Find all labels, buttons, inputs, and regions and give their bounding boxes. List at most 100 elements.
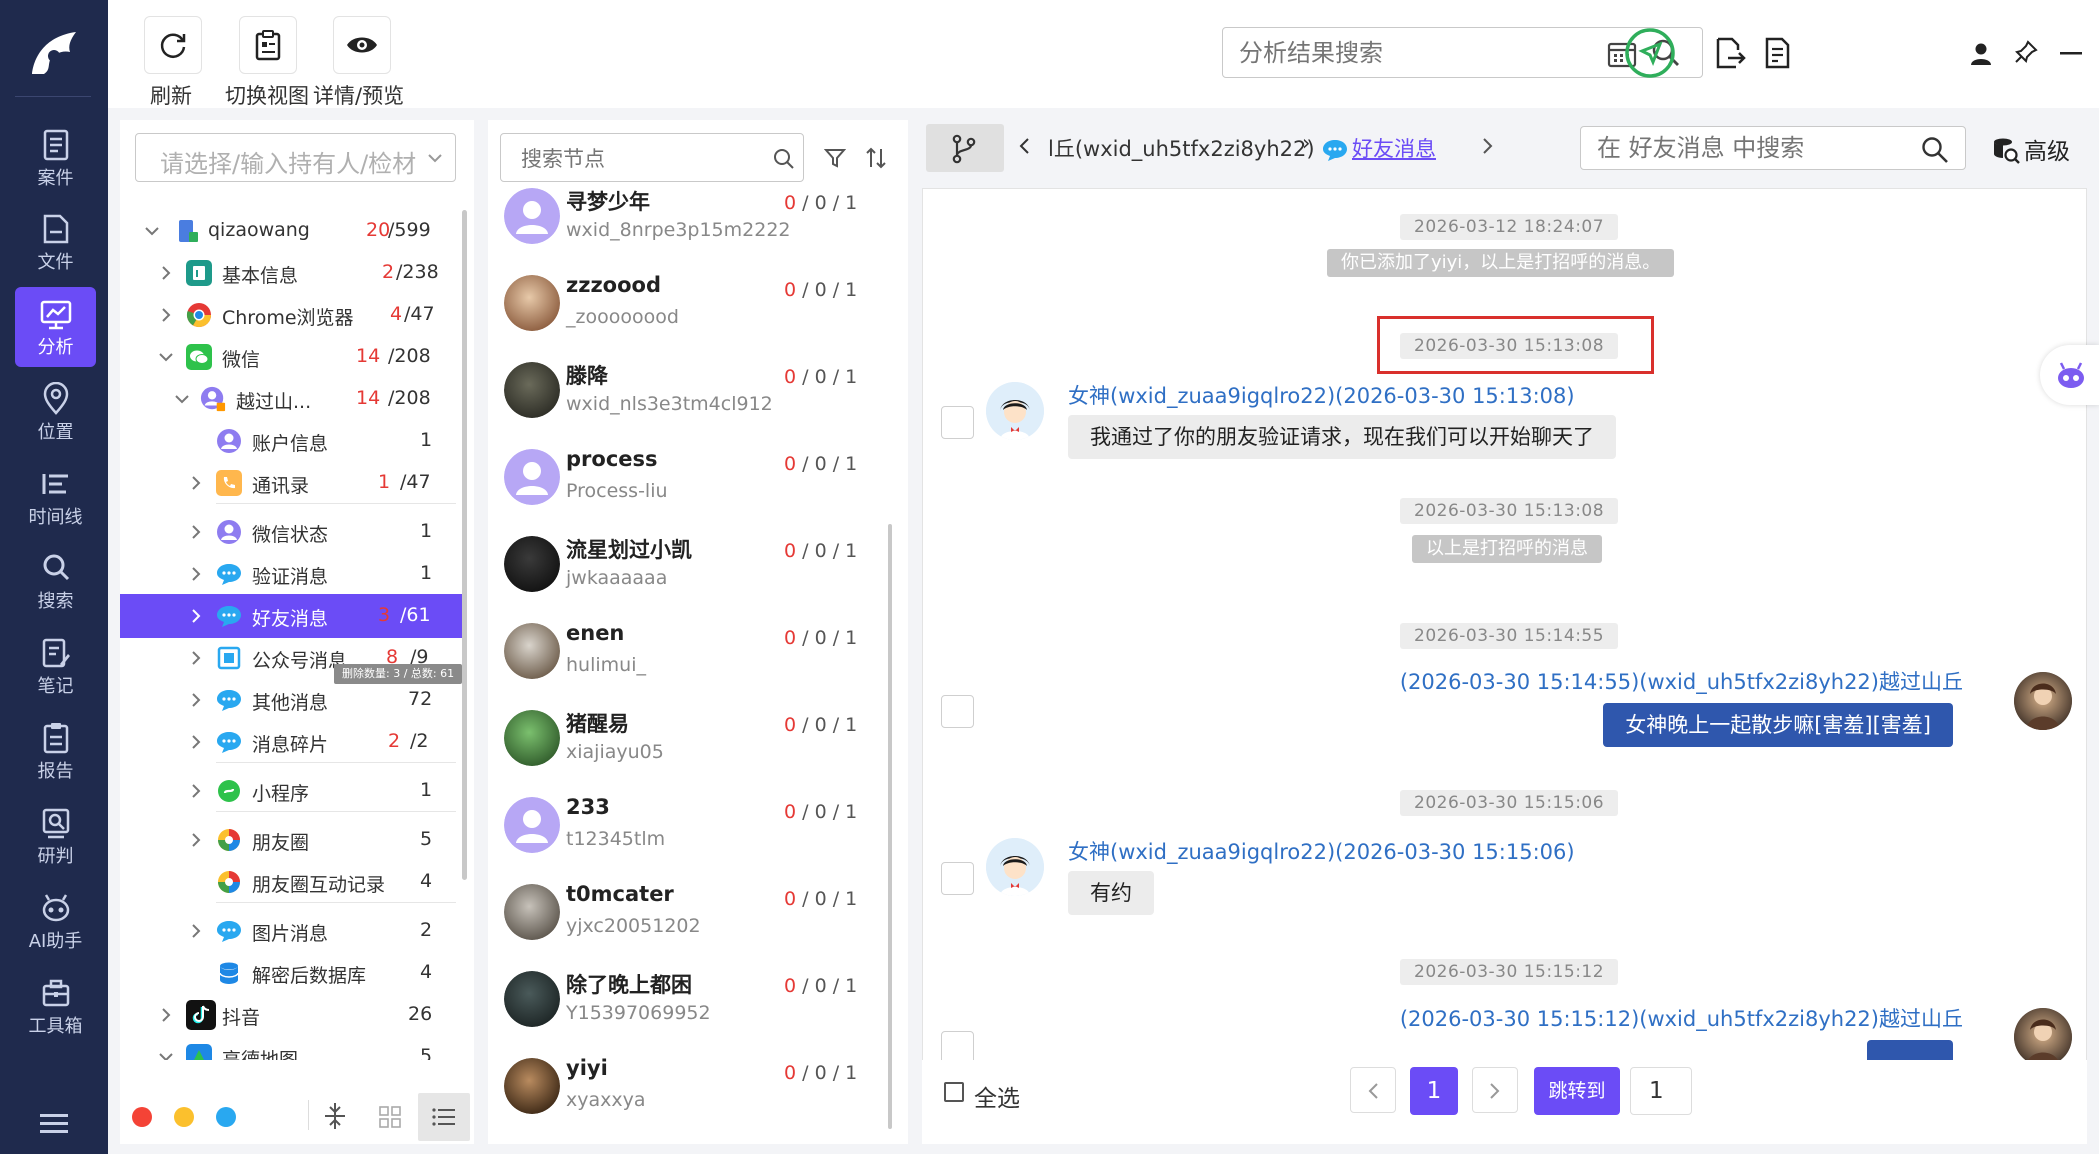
sort-icon[interactable] — [864, 146, 888, 170]
user-icon[interactable] — [1970, 42, 1992, 66]
message-bubble-outgoing[interactable] — [1867, 1040, 1953, 1060]
breadcrumb-current[interactable]: 好友消息 — [1352, 133, 1436, 163]
nav-item-ai-assistant[interactable]: AI助手 — [15, 881, 96, 961]
tree-node-other[interactable]: 其他消息 72 — [120, 682, 460, 718]
message-timestamp: 2026-03-30 15:15:12 — [1400, 959, 1619, 985]
contact-wxid: xiajiayu05 — [566, 741, 664, 763]
collapse-icon[interactable] — [322, 1101, 348, 1131]
tree-label-friend-msg: 好友消息 — [252, 608, 329, 630]
message-checkbox[interactable] — [941, 406, 974, 439]
select-all-label[interactable]: 全选 — [974, 1079, 1020, 1113]
nav-item-file[interactable]: 文件 — [15, 202, 96, 282]
select-all-checkbox[interactable] — [944, 1082, 964, 1102]
contact-item[interactable]: 寻梦少年 wxid_8nrpe3p15m2222 0 / 0 / 1 — [488, 182, 878, 269]
message-bubble-incoming[interactable]: 我通过了你的朋友验证请求，现在我们可以开始聊天了 — [1068, 415, 1616, 459]
search-icon[interactable] — [773, 148, 795, 170]
nav-item-analysis[interactable]: 分析 — [15, 287, 96, 367]
ai-float-button[interactable] — [2040, 345, 2099, 405]
tree-node-miniprogram[interactable]: 小程序 1 — [120, 773, 460, 809]
report-file-icon[interactable] — [1762, 36, 1794, 70]
tree-node-fragments[interactable]: 消息碎片 2 /2 — [120, 724, 460, 760]
page-button-current[interactable]: 1 — [1410, 1067, 1458, 1115]
tree-node-account[interactable]: 越过山... 14 /208 — [120, 381, 460, 417]
tree-node-image-msg[interactable]: 图片消息 2 — [120, 913, 460, 949]
tree-node-amap[interactable]: 高德地图 5 — [120, 1039, 460, 1060]
message-bubble-incoming[interactable]: 有约 — [1068, 871, 1154, 915]
filter-icon[interactable] — [824, 147, 846, 169]
tree-divider — [216, 811, 456, 812]
breadcrumb-path[interactable]: l丘(wxid_uh5tfx2zi8yh22) — [1048, 133, 1315, 163]
tree-label-wechat: 微信 — [222, 349, 261, 371]
nav-item-note[interactable]: 笔记 — [15, 626, 96, 706]
chat-search-input[interactable] — [1597, 133, 1897, 163]
detail-preview-button[interactable] — [333, 16, 391, 74]
red-filter-dot[interactable] — [132, 1107, 152, 1127]
tree-node-chrome[interactable]: Chrome浏览器 4 /47 — [120, 297, 460, 333]
tree-node-basic-info[interactable]: 基本信息 2 /238 — [120, 255, 460, 291]
back-chevron-icon[interactable] — [1018, 137, 1030, 155]
contact-item[interactable]: 猪醒易 xiajiayu05 0 / 0 / 1 — [488, 704, 878, 791]
blue-filter-dot[interactable] — [216, 1107, 236, 1127]
message-checkbox[interactable] — [941, 862, 974, 895]
branch-button[interactable] — [926, 124, 1004, 172]
jump-to-button[interactable]: 跳转到 — [1534, 1067, 1620, 1115]
contact-item[interactable]: yiyi xyaxxya 0 / 0 / 1 — [488, 1052, 878, 1139]
switch-view-button[interactable] — [239, 16, 297, 74]
system-message: 以上是打招呼的消息 — [1412, 535, 1602, 563]
message-checkbox[interactable] — [941, 1031, 974, 1060]
message-checkbox[interactable] — [941, 695, 974, 728]
advanced-search-icon[interactable] — [1992, 136, 2020, 164]
nav-item-toolbox[interactable]: 工具箱 — [15, 966, 96, 1046]
contact-item[interactable]: 233 t12345tlm 0 / 0 / 1 — [488, 791, 878, 878]
prev-page-button[interactable] — [1350, 1067, 1396, 1113]
tree-node-friend-msg[interactable]: 好友消息 3 /61 — [120, 594, 464, 638]
tree-node-decrypted-db[interactable]: 解密后数据库 4 — [120, 955, 460, 991]
nav-item-search[interactable]: 搜索 — [15, 541, 96, 621]
nav-item-report[interactable]: 报告 — [15, 711, 96, 791]
nav-item-timeline[interactable]: 时间线 — [15, 457, 96, 537]
tree-node-wechat[interactable]: 微信 14 /208 — [120, 339, 460, 375]
tree-node-status[interactable]: 微信状态 1 — [120, 514, 460, 550]
menu-icon[interactable] — [40, 1112, 68, 1134]
tree-node-moments-interact[interactable]: 朋友圈互动记录 4 — [120, 864, 460, 900]
tree-node-contacts[interactable]: 通讯录 1 /47 — [120, 465, 460, 501]
contact-item[interactable]: 流星划过小凯 jwkaaaaaa 0 / 0 / 1 — [488, 530, 878, 617]
export-icon[interactable] — [1714, 36, 1746, 70]
contact-item[interactable]: enen hulimui_ 0 / 0 / 1 — [488, 617, 878, 704]
tree-node-moments[interactable]: 朋友圈 5 — [120, 822, 460, 858]
yellow-filter-dot[interactable] — [174, 1107, 194, 1127]
tree-scrollbar[interactable] — [462, 210, 467, 880]
contact-item[interactable]: t0mcater yjxc20051202 0 / 0 / 1 — [488, 878, 878, 965]
search-icon[interactable] — [1921, 136, 1949, 164]
contact-item[interactable]: 滕降 wxid_nls3e3tm4cl912 0 / 0 / 1 — [488, 356, 878, 443]
contact-scrollbar[interactable] — [888, 524, 892, 1129]
next-page-button[interactable] — [1472, 1067, 1518, 1113]
refresh-button[interactable] — [144, 16, 202, 74]
contact-item[interactable]: process Process-liu 0 / 0 / 1 — [488, 443, 878, 530]
contact-item[interactable]: zzzoood _zoooooood 0 / 0 / 1 — [488, 269, 878, 356]
contact-item[interactable]: 除了晚上都困 Y15397069952 0 / 0 / 1 — [488, 965, 878, 1052]
message-bubble-outgoing[interactable]: 女神晚上一起散步嘛[害羞][害羞] — [1603, 703, 1953, 747]
grid-view-icon[interactable] — [379, 1106, 401, 1128]
contact-message-count: 0 / 0 / 1 — [784, 627, 858, 649]
tree-node-douyin[interactable]: 抖音 26 — [120, 997, 460, 1033]
nav-item-judge[interactable]: 研判 — [15, 796, 96, 876]
tree-node-account-info[interactable]: 账户信息 1 — [120, 423, 460, 459]
pin-icon[interactable] — [2014, 40, 2038, 64]
contact-wxid: t12345tlm — [566, 828, 666, 850]
tree-node-verify[interactable]: 验证消息 1 — [120, 556, 460, 592]
nav-item-case[interactable]: 案件 — [15, 118, 96, 198]
nav-item-location[interactable]: 位置 — [15, 372, 96, 452]
forward-chevron-icon[interactable] — [1482, 137, 1494, 155]
jump-page-input[interactable]: 1 — [1630, 1067, 1692, 1115]
owner-select[interactable]: 请选择/输入持有人/检材 — [135, 133, 456, 182]
advanced-label[interactable]: 高级 — [2024, 132, 2070, 166]
app-window: { "nav": { "items": [ {"label": "案件", "i… — [0, 0, 2099, 1154]
list-view-button[interactable] — [418, 1093, 470, 1141]
result-search-input[interactable] — [1239, 38, 1579, 68]
node-search-input[interactable] — [521, 144, 761, 174]
tree-label-basic-info: 基本信息 — [222, 265, 299, 287]
status-check-icon[interactable] — [1624, 27, 1676, 79]
tree-node-root[interactable]: qizaowang 20 /599 — [120, 213, 460, 249]
minimize-icon[interactable] — [2060, 52, 2082, 56]
